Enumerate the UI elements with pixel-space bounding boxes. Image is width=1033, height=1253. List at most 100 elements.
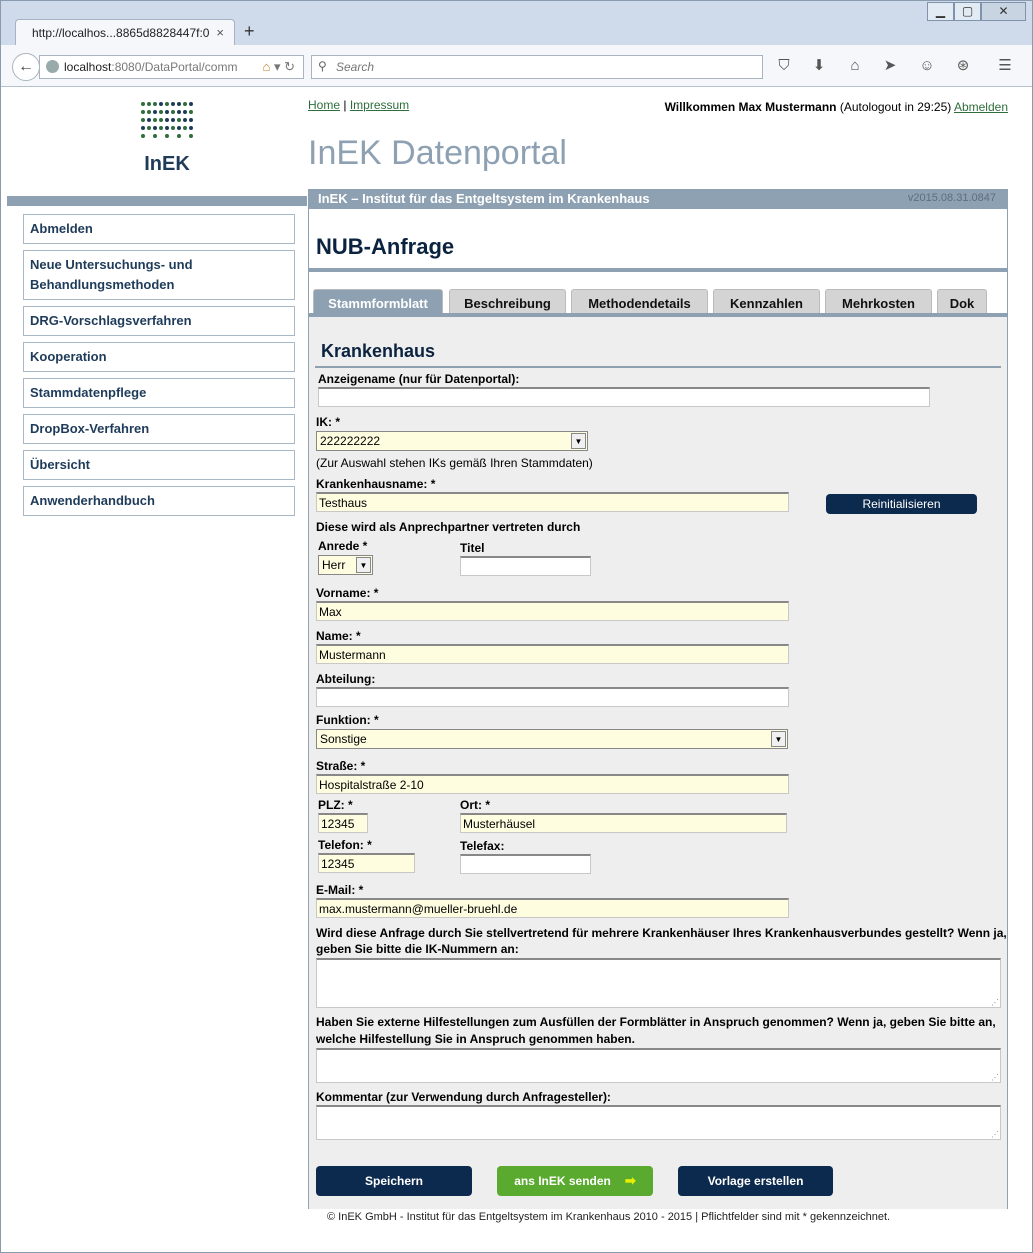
kommentar-textarea[interactable]: ⋰ <box>316 1105 1001 1140</box>
name-field[interactable]: Mustermann <box>316 644 789 664</box>
telefon-field[interactable]: 12345 <box>318 853 415 873</box>
url-bar[interactable]: localhost:8080/DataPortal/comm ⌂ ▾ ↻ <box>39 55 304 79</box>
home-ident-icon[interactable]: ⌂ <box>262 59 270 74</box>
ort-label: Ort: * <box>460 798 490 812</box>
abteilung-field[interactable] <box>316 687 789 707</box>
ik-select-value: 222222222 <box>320 434 381 448</box>
send-button[interactable]: ans InEK senden ➡ <box>497 1166 653 1196</box>
new-tab-icon[interactable]: + <box>244 21 255 42</box>
kommentar-label: Kommentar (zur Verwendung durch Anfrages… <box>316 1090 611 1104</box>
main-content: NUB-Anfrage Stammformblatt Beschreibung … <box>308 209 1008 1209</box>
plz-field[interactable]: 12345 <box>318 813 368 833</box>
name-label: Name: * <box>316 629 361 643</box>
reinitialize-button[interactable]: Reinitialisieren <box>826 494 977 514</box>
tab-methodendetails[interactable]: Methodendetails <box>571 289 708 314</box>
tab-kennzahlen[interactable]: Kennzahlen <box>713 289 820 314</box>
inek-logo: InEK <box>137 98 197 178</box>
sidebar-item-stammdaten[interactable]: Stammdatenpflege <box>23 378 295 408</box>
autologout: (Autologout in 29:25) <box>839 100 952 114</box>
institute-name: InEK – Institut für das Entgeltsystem im… <box>318 191 650 206</box>
send-label: ans InEK senden <box>514 1174 611 1188</box>
home-link[interactable]: Home <box>308 98 340 112</box>
tab-title: http://localhos...8865d8828447f:0 <box>32 26 210 40</box>
resize-grip-icon[interactable]: ⋰ <box>991 1073 999 1082</box>
page-title: NUB-Anfrage <box>316 234 455 259</box>
sidebar-item-uebersicht[interactable]: Übersicht <box>23 450 295 480</box>
telefax-field[interactable] <box>460 854 591 874</box>
vorname-label: Vorname: * <box>316 586 379 600</box>
download-icon[interactable]: ⬇ <box>809 56 829 76</box>
addon-icon[interactable]: ⊛ <box>953 56 973 76</box>
sidebar-item-drg[interactable]: DRG-Vorschlagsverfahren <box>23 306 295 336</box>
search-input[interactable]: ⚲ Search <box>311 55 763 79</box>
sidebar-item-nub[interactable]: Neue Untersuchungs- und Behandlungsmetho… <box>23 250 295 300</box>
tab-stammformblatt[interactable]: Stammformblatt <box>313 289 443 314</box>
close-window-button[interactable]: ✕ <box>981 2 1026 21</box>
sidebar-item-handbuch[interactable]: Anwenderhandbuch <box>23 486 295 516</box>
chevron-down-icon: ▼ <box>571 433 586 449</box>
browser-tab[interactable]: http://localhos...8865d8828447f:0 × <box>15 19 235 46</box>
minimize-icon: ▁ <box>935 4 946 18</box>
email-field[interactable]: max.mustermann@mueller-bruehl.de <box>316 898 789 918</box>
tab-mehrkosten[interactable]: Mehrkosten <box>825 289 932 314</box>
title-bar: http://localhos...8865d8828447f:0 × + ▁ … <box>1 1 1032 46</box>
impressum-link[interactable]: Impressum <box>350 98 409 112</box>
khname-field[interactable]: Testhaus <box>316 492 789 512</box>
logout-link[interactable]: Abmelden <box>954 100 1008 114</box>
telefon-label: Telefon: * <box>318 838 372 852</box>
anrede-select[interactable]: Herr ▼ <box>318 555 373 575</box>
resize-grip-icon[interactable]: ⋰ <box>991 1130 999 1139</box>
welcome-name: Willkommen Max Mustermann <box>664 100 837 114</box>
send-icon[interactable]: ➤ <box>880 56 900 76</box>
ik-nummern-textarea[interactable]: ⋰ <box>316 958 1001 1008</box>
tab-dok[interactable]: Dok <box>937 289 987 314</box>
home-icon[interactable]: ⌂ <box>845 56 865 76</box>
back-button[interactable]: ← <box>12 53 40 81</box>
chat-icon[interactable]: ☺ <box>917 56 937 76</box>
plz-label: PLZ: * <box>318 798 353 812</box>
ort-field[interactable]: Musterhäusel <box>460 813 787 833</box>
resize-grip-icon[interactable]: ⋰ <box>991 998 999 1007</box>
maximize-button[interactable]: ▢ <box>954 2 981 21</box>
globe-icon <box>46 60 59 73</box>
browser-window: http://localhos...8865d8828447f:0 × + ▁ … <box>0 0 1033 1253</box>
funktion-select-value: Sonstige <box>320 732 367 746</box>
vorname-field[interactable]: Max <box>316 601 789 621</box>
save-label: Speichern <box>364 1174 424 1188</box>
pocket-icon[interactable]: ⛉ <box>774 56 794 76</box>
institute-bar: InEK – Institut für das Entgeltsystem im… <box>308 189 1008 209</box>
welcome-text: Willkommen Max Mustermann (Autologout in… <box>665 100 1008 114</box>
anrede-label: Anrede * <box>318 539 368 553</box>
logo-text: InEK <box>144 153 190 175</box>
chevron-down-icon: ▼ <box>356 557 371 573</box>
funktion-select[interactable]: Sonstige ▼ <box>316 729 788 749</box>
strasse-label: Straße: * <box>316 759 366 773</box>
titel-field[interactable] <box>460 556 591 576</box>
hilfestellung-textarea[interactable]: ⋰ <box>316 1048 1001 1083</box>
url-host: localhost <box>64 60 112 74</box>
tab-close-icon[interactable]: × <box>216 25 224 40</box>
sidebar-menu: Abmelden Neue Untersuchungs- und Behandl… <box>23 214 295 522</box>
maximize-icon: ▢ <box>961 4 974 18</box>
funktion-label: Funktion: * <box>316 713 379 727</box>
minimize-button[interactable]: ▁ <box>927 2 954 21</box>
anzeigename-field[interactable] <box>318 387 930 407</box>
titel-label: Titel <box>460 541 485 555</box>
sidebar-item-abmelden[interactable]: Abmelden <box>23 214 295 244</box>
template-label: Vorlage erstellen <box>707 1174 804 1188</box>
strasse-field[interactable]: Hospitalstraße 2-10 <box>316 774 789 794</box>
footer: © InEK GmbH - Institut für das Entgeltsy… <box>327 1211 891 1223</box>
template-button[interactable]: Vorlage erstellen <box>678 1166 833 1196</box>
title-divider <box>309 268 1007 272</box>
tab-beschreibung[interactable]: Beschreibung <box>449 289 566 314</box>
ik-select[interactable]: 222222222 ▼ <box>316 431 588 451</box>
search-icon: ⚲ <box>318 59 327 73</box>
url-actions: ⌂ ▾ ↻ <box>262 59 295 74</box>
close-icon: ✕ <box>998 4 1009 18</box>
email-label: E-Mail: * <box>316 883 364 897</box>
sidebar-item-dropbox[interactable]: DropBox-Verfahren <box>23 414 295 444</box>
sidebar-item-kooperation[interactable]: Kooperation <box>23 342 295 372</box>
menu-icon[interactable]: ☰ <box>995 56 1015 76</box>
save-button[interactable]: Speichern <box>316 1166 472 1196</box>
section-title: Krankenhaus <box>321 341 436 361</box>
